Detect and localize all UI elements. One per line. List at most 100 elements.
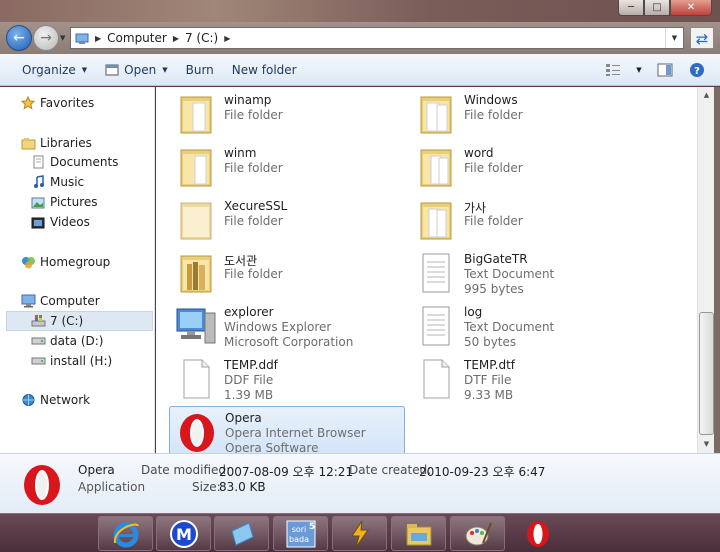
file-item[interactable]: Windows File folder — [409, 89, 645, 139]
file-type: File folder — [464, 214, 523, 228]
navigation-pane: Favorites Libraries Documents Music Pict… — [0, 87, 155, 453]
vertical-scrollbar[interactable]: ▲ ▼ — [697, 87, 714, 453]
sorisbada-button[interactable]: sori bada 5 — [273, 516, 328, 551]
nav-libraries[interactable]: Libraries — [20, 133, 92, 153]
svg-text:?: ? — [694, 66, 700, 77]
command-bar: Organize ▼ Open ▼ Burn New folder ▼ ? — [0, 54, 720, 86]
file-type: File folder — [464, 108, 523, 122]
file-item[interactable]: winamp File folder — [169, 89, 405, 139]
breadcrumb-separator-icon[interactable]: ▶ — [224, 34, 230, 43]
file-name: word — [464, 146, 494, 160]
breadcrumb-separator-icon[interactable]: ▶ — [95, 34, 101, 43]
file-size: 995 bytes — [464, 282, 524, 296]
file-name: Windows — [464, 93, 518, 107]
internet-explorer-button[interactable] — [98, 516, 153, 551]
address-dropdown-icon[interactable]: ▼ — [665, 28, 683, 48]
paint-button[interactable] — [450, 516, 505, 551]
file-name: XecureSSL — [224, 199, 288, 213]
breadcrumb-drive-c[interactable]: 7 (C:) — [185, 31, 218, 45]
opera-icon — [180, 414, 214, 452]
file-item[interactable]: TEMP.dtf DTF File 9.33 MB — [409, 354, 645, 404]
file-item[interactable]: 가사 File folder — [409, 195, 645, 245]
folder-shortcut-button[interactable] — [214, 516, 269, 551]
nav-music[interactable]: Music — [30, 172, 84, 192]
help-icon[interactable]: ? — [686, 59, 708, 81]
file-size: 1.39 MB — [224, 388, 274, 402]
view-options-dropdown-icon[interactable]: ▼ — [634, 59, 644, 81]
file-item[interactable]: XecureSSL File folder — [169, 195, 405, 245]
pictures-icon — [30, 194, 46, 210]
nav-network[interactable]: Network — [20, 390, 90, 410]
breadcrumb-computer[interactable]: Computer — [107, 31, 167, 45]
maximize-button[interactable]: □ — [644, 0, 670, 16]
folder-icon — [180, 149, 212, 187]
nav-favorites[interactable]: Favorites — [20, 93, 94, 113]
file-type: File folder — [224, 267, 283, 281]
scroll-thumb[interactable] — [699, 312, 714, 435]
folder-icon — [420, 96, 452, 134]
forward-button[interactable]: → — [33, 25, 59, 51]
file-item-selected[interactable]: Opera Opera Internet Browser Opera Softw… — [169, 406, 405, 456]
preview-pane-icon[interactable] — [654, 59, 676, 81]
date-modified-value: 2007-08-09 오후 12:21 — [219, 465, 354, 479]
scroll-down-icon[interactable]: ▼ — [698, 436, 715, 453]
internet-explorer-icon — [113, 522, 139, 547]
open-label: Open — [124, 62, 157, 77]
nav-pictures[interactable]: Pictures — [30, 192, 98, 212]
m-app-button[interactable]: M — [156, 516, 211, 551]
windows-explorer-button[interactable] — [391, 516, 446, 551]
scroll-up-icon[interactable]: ▲ — [698, 87, 715, 104]
svg-text:M: M — [176, 525, 192, 544]
file-size: 9.33 MB — [464, 388, 514, 402]
file-type: DDF File — [224, 373, 274, 387]
opera-icon — [526, 520, 549, 547]
file-list: winamp File folder Windows File folder w… — [156, 87, 697, 456]
opera-taskbar-button[interactable] — [510, 516, 565, 551]
date-created-value: 2010-09-23 오후 6:47 — [419, 465, 546, 479]
music-icon — [30, 174, 46, 190]
change-view-icon[interactable] — [602, 59, 624, 81]
file-name: explorer — [224, 305, 274, 319]
open-button[interactable]: Open ▼ — [96, 54, 176, 86]
nav-drive-h-label: install (H:) — [50, 354, 113, 368]
file-item[interactable]: word File folder — [409, 142, 645, 192]
file-item[interactable]: winm File folder — [169, 142, 405, 192]
nav-drive-d-label: data (D:) — [50, 334, 104, 348]
minimize-button[interactable]: ─ — [618, 0, 644, 16]
file-name: TEMP.ddf — [224, 358, 278, 372]
nav-pictures-label: Pictures — [50, 195, 98, 209]
file-type: Windows Explorer — [224, 320, 332, 334]
file-size: 50 bytes — [464, 335, 517, 349]
back-button[interactable]: ← — [6, 25, 32, 51]
new-folder-button[interactable]: New folder — [223, 54, 306, 86]
nav-drive-h[interactable]: install (H:) — [30, 351, 112, 371]
file-item[interactable]: BigGateTR Text Document 995 bytes — [409, 248, 645, 298]
refresh-icon[interactable]: ⇄ — [690, 27, 714, 49]
nav-drive-d[interactable]: data (D:) — [30, 331, 104, 351]
nav-documents[interactable]: Documents — [30, 152, 118, 172]
file-item[interactable]: explorer Windows Explorer Microsoft Corp… — [169, 301, 405, 351]
chevron-down-icon: ▼ — [81, 65, 88, 74]
winamp-button[interactable] — [332, 516, 387, 551]
title-bar: ─ □ ✕ — [0, 0, 720, 22]
nav-network-label: Network — [40, 393, 91, 407]
history-dropdown-icon[interactable]: ▼ — [60, 34, 65, 42]
organize-button[interactable]: Organize ▼ — [13, 54, 96, 86]
nav-videos[interactable]: Videos — [30, 212, 90, 232]
burn-button[interactable]: Burn — [177, 54, 223, 86]
file-item[interactable]: TEMP.ddf DDF File 1.39 MB — [169, 354, 405, 404]
address-bar[interactable]: ▶ Computer ▶ 7 (C:) ▶ ▼ — [70, 27, 684, 49]
computer-icon — [20, 293, 36, 309]
breadcrumb-separator-icon[interactable]: ▶ — [173, 34, 179, 43]
file-name: log — [464, 305, 483, 319]
details-pane: Opera Application Date modified: 2007-08… — [0, 453, 720, 513]
nav-drive-c[interactable]: 7 (C:) — [6, 311, 153, 331]
organize-label: Organize — [22, 62, 76, 77]
close-button[interactable]: ✕ — [670, 0, 712, 16]
file-item[interactable]: log Text Document 50 bytes — [409, 301, 645, 351]
nav-homegroup[interactable]: Homegroup — [20, 252, 110, 272]
nav-computer[interactable]: Computer — [20, 291, 100, 311]
file-item[interactable]: 도서관 File folder — [169, 248, 405, 298]
file-name: BigGateTR — [464, 252, 528, 266]
file-type: File folder — [224, 108, 283, 122]
